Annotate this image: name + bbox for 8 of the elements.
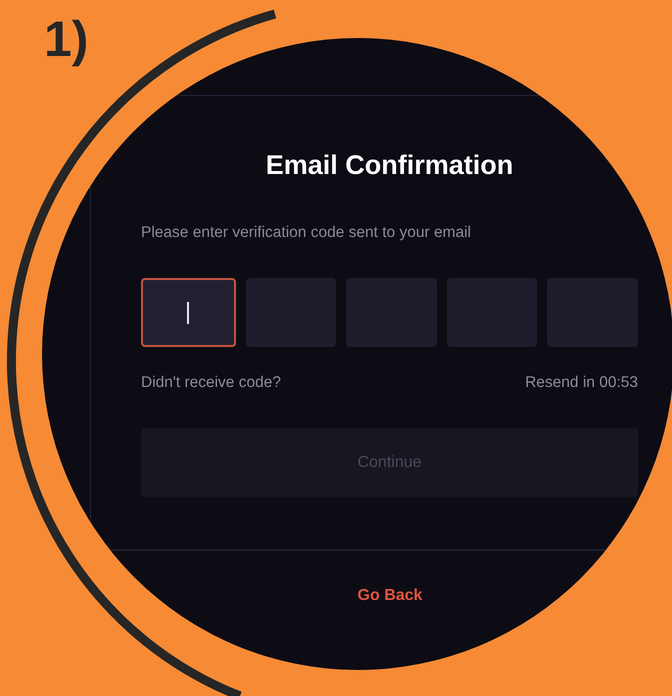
go-back-link[interactable]: Go Back bbox=[358, 587, 422, 604]
resend-timer: Resend in 00:53 bbox=[525, 374, 638, 392]
text-cursor bbox=[187, 302, 190, 324]
instruction-text: Please enter verification code sent to your email bbox=[141, 224, 472, 242]
code-input-field[interactable] bbox=[141, 278, 236, 347]
no-code-text: Didn't receive code? bbox=[141, 374, 281, 392]
step-number: 1) bbox=[44, 10, 88, 69]
dialog-title: Email Confirmation bbox=[264, 149, 514, 182]
